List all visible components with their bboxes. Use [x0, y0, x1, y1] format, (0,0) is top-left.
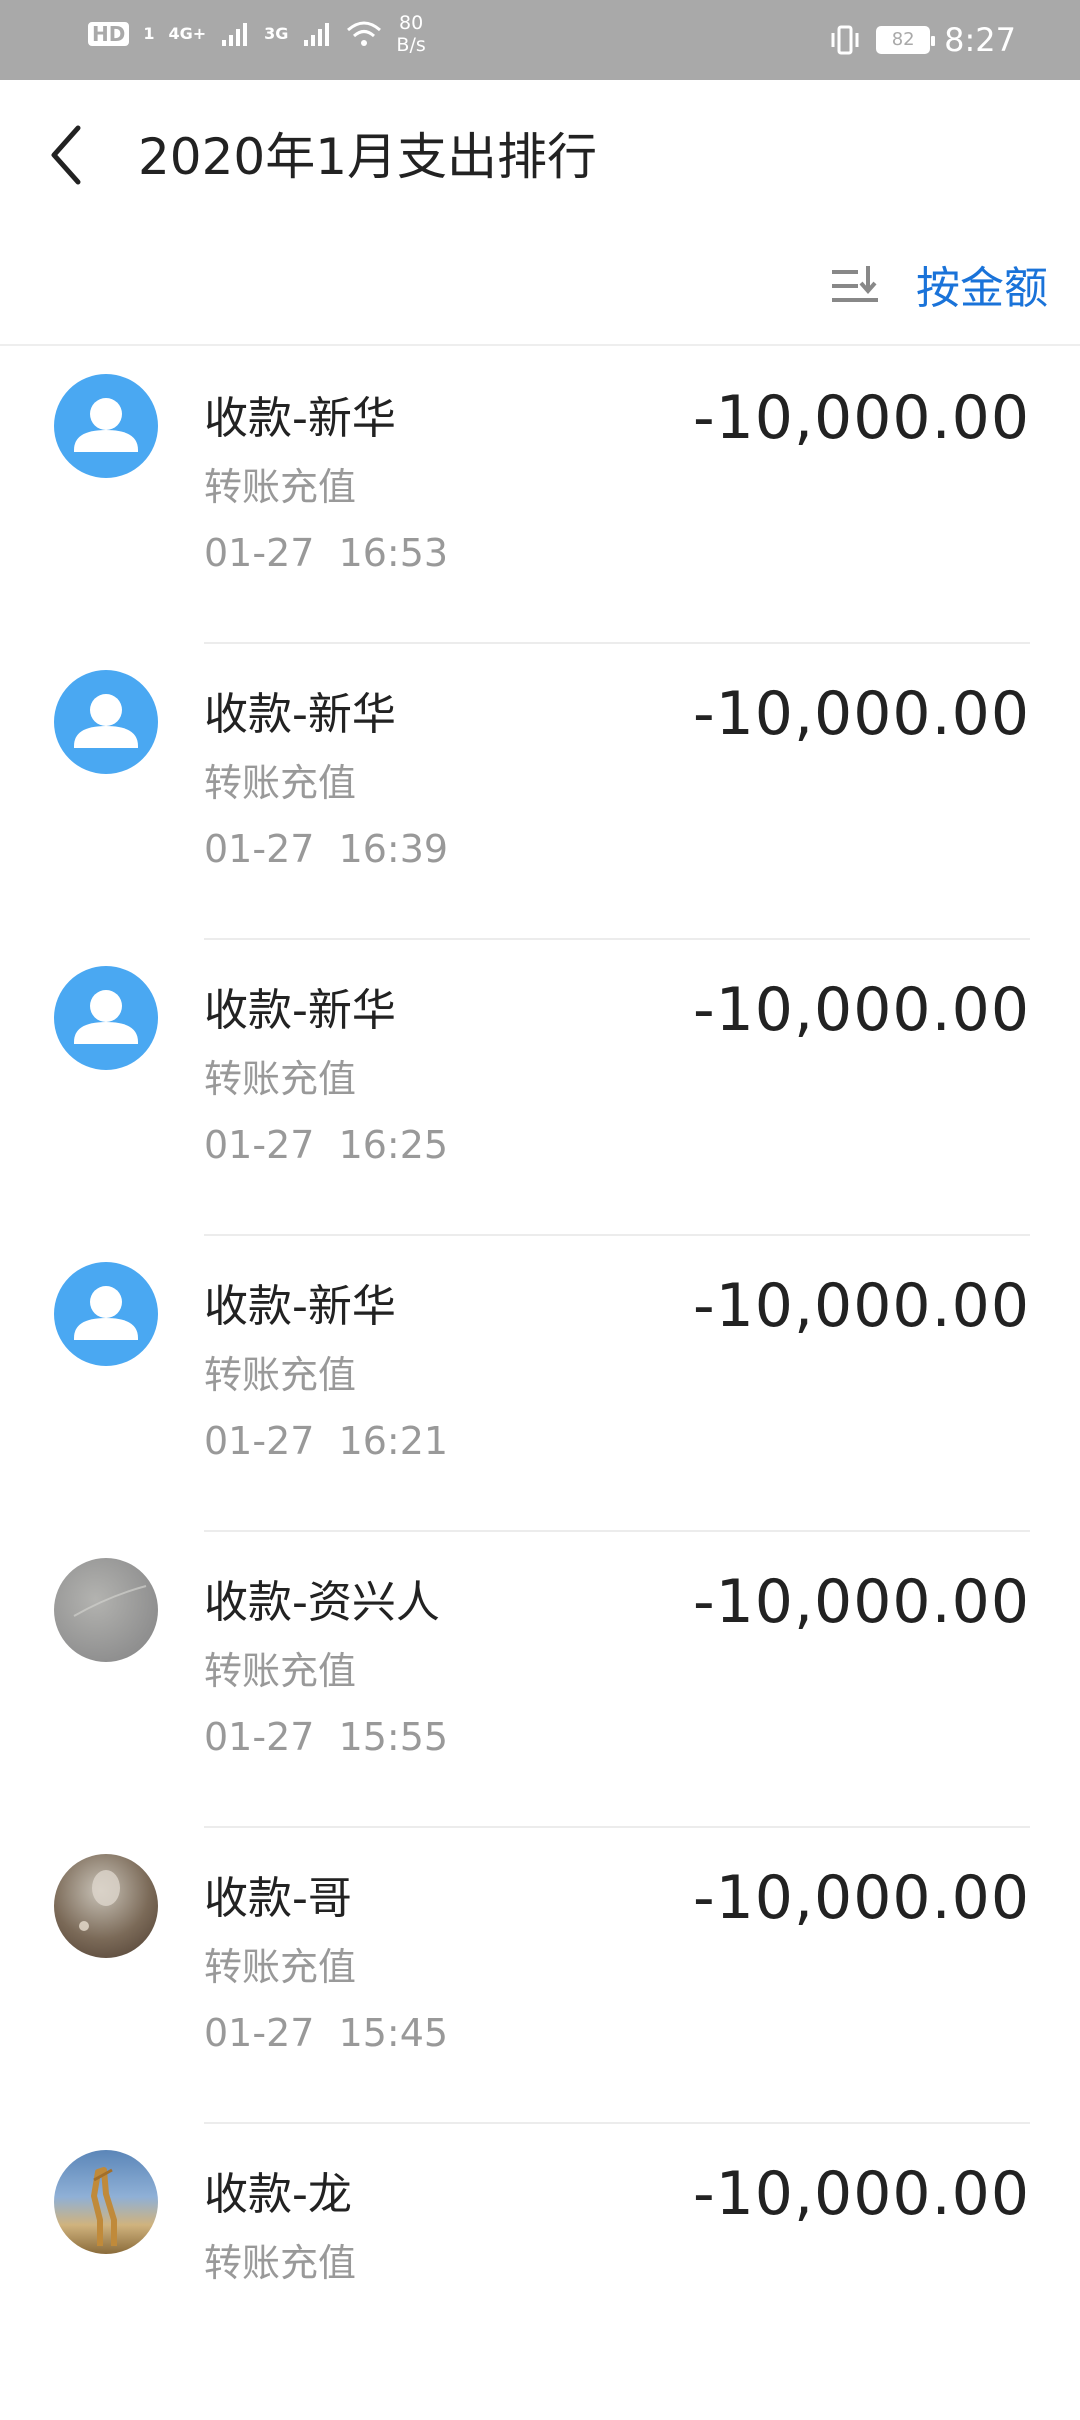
transaction-amount: -10,000.00: [692, 975, 1030, 1045]
transaction-amount: -10,000.00: [692, 383, 1030, 453]
transaction-amount: -10,000.00: [692, 1567, 1030, 1637]
transaction-amount: -10,000.00: [692, 2159, 1030, 2229]
status-bar: HD 1 4G+ 3G 80 B/s 82 8:27: [0, 0, 1080, 80]
default-user-icon: [74, 990, 138, 1044]
sort-icon[interactable]: [830, 262, 880, 312]
speed-value: 80: [399, 12, 424, 34]
battery-icon: 82: [876, 26, 936, 54]
transaction-category: 转账充值: [204, 761, 357, 805]
transaction-row[interactable]: 收款-哥 转账充值 01-27 15:45 -10,000.00: [0, 1828, 1080, 2124]
status-left: HD 1 4G+ 3G 80 B/s: [88, 12, 426, 56]
transaction-row[interactable]: 收款-新华 转账充值 01-27 16:21 -10,000.00: [0, 1236, 1080, 1532]
transaction-time: 01-27 16:39: [204, 827, 449, 871]
default-user-icon: [74, 398, 138, 452]
transaction-list: 收款-新华 转账充值 01-27 16:53 -10,000.00 收款-新华 …: [0, 348, 1080, 2420]
transaction-amount: -10,000.00: [692, 679, 1030, 749]
transaction-amount: -10,000.00: [692, 1863, 1030, 1933]
speed-unit: B/s: [396, 34, 426, 56]
back-arrow-icon: [51, 125, 81, 185]
avatar: [54, 670, 158, 774]
transaction-row[interactable]: 收款-资兴人 转账充值 01-27 15:55 -10,000.00: [0, 1532, 1080, 1828]
vibrate-icon: [831, 25, 859, 55]
transaction-time: 01-27 15:45: [204, 2011, 449, 2055]
status-right: 82 8:27: [828, 0, 1016, 80]
sort-bar: 按金额: [0, 232, 1080, 346]
default-user-icon: [74, 1286, 138, 1340]
avatar: [54, 966, 158, 1070]
avatar-photo: [79, 1870, 120, 1931]
transaction-time: 01-27 16:21: [204, 1419, 449, 1463]
sort-by-amount-button[interactable]: 按金额: [916, 260, 1048, 318]
avatar: [54, 2150, 158, 2254]
avatar: [54, 1854, 158, 1958]
hd-badge: HD: [88, 22, 130, 46]
avatar: [54, 1262, 158, 1366]
payee-name: 收款-新华: [204, 689, 396, 740]
transaction-time: 01-27 16:53: [204, 531, 449, 575]
network-speed: 80 B/s: [396, 12, 425, 56]
payee-name: 收款-资兴人: [204, 1577, 440, 1628]
transaction-row[interactable]: 收款-新华 转账充值 01-27 16:39 -10,000.00: [0, 644, 1080, 940]
wifi-icon: [347, 21, 382, 46]
transaction-amount: -10,000.00: [692, 1271, 1030, 1341]
sim-slot-label: 1: [143, 24, 155, 43]
avatar-photo: [73, 1585, 147, 1617]
transaction-category: 转账充值: [204, 1945, 357, 1989]
payee-name: 收款-龙: [204, 2169, 352, 2220]
clock: 8:27: [944, 21, 1016, 59]
signal-icon: [222, 23, 248, 46]
transaction-time: 01-27 16:25: [204, 1123, 449, 1167]
transaction-category: 转账充值: [204, 1353, 357, 1397]
default-user-icon: [74, 694, 138, 748]
transaction-row[interactable]: 收款-新华 转账充值 01-27 16:25 -10,000.00: [0, 940, 1080, 1236]
avatar: [54, 374, 158, 478]
transaction-row[interactable]: 收款-龙 转账充值 -10,000.00: [0, 2124, 1080, 2420]
transaction-row[interactable]: 收款-新华 转账充值 01-27 16:53 -10,000.00: [0, 348, 1080, 644]
payee-name: 收款-新华: [204, 393, 396, 444]
transaction-category: 转账充值: [204, 1057, 357, 1101]
back-button[interactable]: [40, 120, 100, 190]
payee-name: 收款-新华: [204, 1281, 396, 1332]
transaction-category: 转账充值: [204, 1649, 357, 1693]
network-type-2: 3G: [264, 24, 289, 43]
network-type-1: 4G+: [168, 24, 207, 43]
payee-name: 收款-哥: [204, 1873, 352, 1924]
giraffe-photo: [91, 2167, 117, 2246]
transaction-time: 01-27 15:55: [204, 1715, 449, 1759]
signal-icon-2: [304, 23, 330, 46]
transaction-category: 转账充值: [204, 2241, 357, 2285]
avatar: [54, 1558, 158, 1662]
page-title: 2020年1月支出排行: [138, 128, 598, 186]
payee-name: 收款-新华: [204, 985, 396, 1036]
transaction-category: 转账充值: [204, 465, 357, 509]
app-header: 2020年1月支出排行: [0, 80, 1080, 230]
